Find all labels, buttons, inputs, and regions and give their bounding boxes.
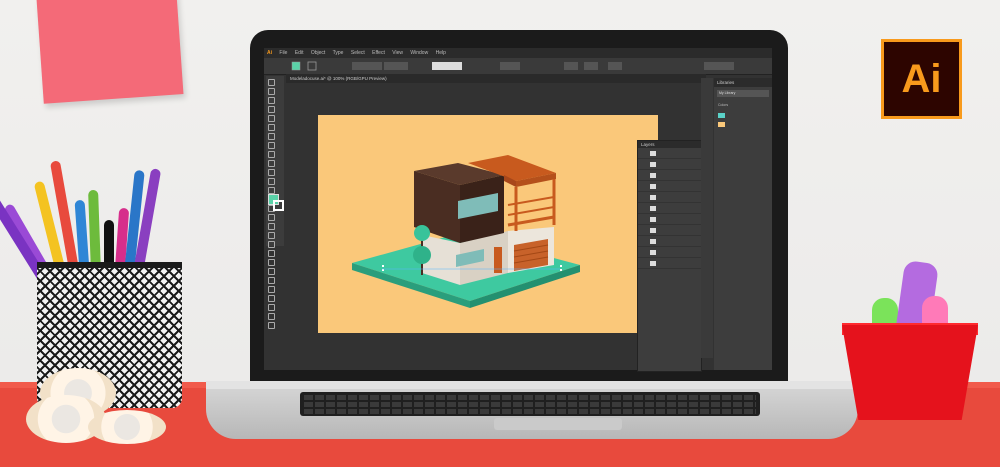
layer-row[interactable]	[638, 170, 701, 181]
keyboard-keys	[304, 394, 756, 414]
menu-item[interactable]: Edit	[295, 50, 304, 56]
paintbrush-icon[interactable]	[268, 160, 275, 167]
graph-icon[interactable]	[268, 286, 275, 293]
illustrator-logo: Ai	[881, 39, 962, 119]
control-bar	[264, 58, 772, 75]
direct-selection-tool-icon[interactable]	[268, 88, 275, 95]
line-tool-icon[interactable]	[268, 142, 275, 149]
selection-tool-icon[interactable]	[268, 79, 275, 86]
menu-item[interactable]: Window	[410, 50, 428, 56]
sticky-note	[36, 0, 184, 104]
laptop-base-lip	[206, 381, 858, 389]
menu-item[interactable]: File	[279, 50, 287, 56]
shape-builder-icon[interactable]	[268, 223, 275, 230]
menu-item[interactable]: Select	[351, 50, 365, 56]
layers-panel: Layers	[637, 140, 702, 372]
magic-wand-icon[interactable]	[268, 97, 275, 104]
layers-panel-title: Layers	[638, 141, 701, 148]
menu-item[interactable]: Help	[436, 50, 446, 56]
artboard-tool-icon[interactable]	[268, 295, 275, 302]
slice-icon[interactable]	[268, 304, 275, 311]
house-illustration	[352, 155, 580, 308]
libraries-panel-title: Libraries	[714, 78, 772, 87]
layer-row[interactable]	[638, 203, 701, 214]
layer-row[interactable]	[638, 159, 701, 170]
rotate-icon[interactable]	[268, 187, 275, 194]
symbol-sprayer-icon[interactable]	[268, 277, 275, 284]
lasso-icon[interactable]	[268, 106, 275, 113]
panel-dock	[701, 78, 713, 358]
trackpad	[494, 418, 622, 430]
free-transform-icon[interactable]	[268, 214, 275, 221]
app-menubar: Ai File Edit Object Type Select Effect V…	[264, 48, 772, 58]
eyedropper-icon[interactable]	[268, 259, 275, 266]
pencil-icon[interactable]	[268, 169, 275, 176]
layer-row[interactable]	[638, 214, 701, 225]
libraries-panel: Libraries My Library Colors	[714, 78, 772, 370]
layer-row[interactable]	[638, 225, 701, 236]
curvature-icon[interactable]	[268, 124, 275, 131]
type-tool-icon[interactable]	[268, 133, 275, 140]
color-swatch[interactable]	[718, 121, 768, 128]
library-select[interactable]: My Library	[717, 90, 769, 97]
stroke-swatch[interactable]	[273, 200, 284, 211]
blend-icon[interactable]	[268, 268, 275, 275]
menu-item[interactable]: Type	[333, 50, 344, 56]
layer-row[interactable]	[638, 148, 701, 159]
perspective-icon[interactable]	[268, 232, 275, 239]
library-section: Colors	[718, 103, 729, 107]
document-tab[interactable]: Modeladocuse.ai* @ 100% (RGB/GPU Preview…	[286, 74, 706, 83]
tape-roll	[88, 410, 166, 444]
menu-item[interactable]: Ai	[264, 50, 272, 56]
artboard	[318, 115, 658, 333]
layer-row[interactable]	[638, 192, 701, 203]
color-swatch[interactable]	[718, 112, 768, 119]
tools-panel	[266, 76, 284, 329]
layer-row[interactable]	[638, 181, 701, 192]
pen-tool-icon[interactable]	[268, 115, 275, 122]
zoom-tool-icon[interactable]	[268, 322, 275, 329]
control-bar-widgets	[291, 61, 734, 71]
red-cup	[842, 325, 978, 420]
mesh-icon[interactable]	[268, 241, 275, 248]
eraser-icon[interactable]	[268, 178, 275, 185]
hand-tool-icon[interactable]	[268, 313, 275, 320]
menu-item[interactable]: View	[392, 50, 403, 56]
menu-item[interactable]: Object	[311, 50, 325, 56]
layer-row[interactable]	[638, 258, 701, 269]
layer-row[interactable]	[638, 247, 701, 258]
layer-row[interactable]	[638, 236, 701, 247]
rectangle-tool-icon[interactable]	[268, 151, 275, 158]
gradient-icon[interactable]	[268, 250, 275, 257]
menu-item[interactable]: Effect	[372, 50, 385, 56]
